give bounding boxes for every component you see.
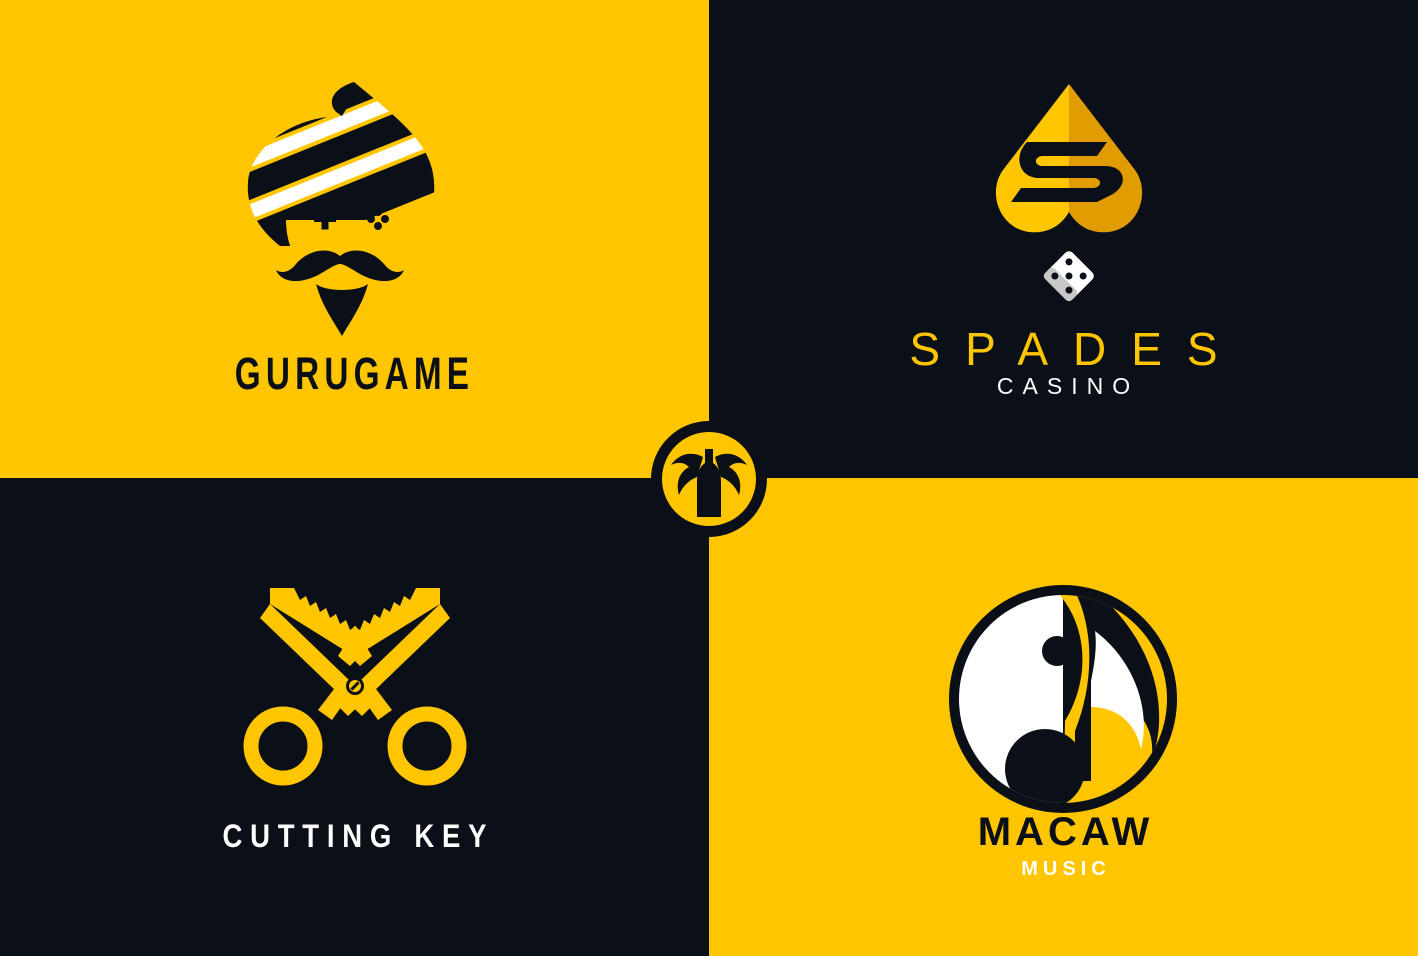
key-scissors-icon [243,588,467,786]
bottle-birds-badge-icon [651,421,767,537]
gurugame-wordmark: GURUGAME [234,348,475,399]
macaw-music-panel: MACAW MUSIC [709,478,1418,956]
spades-casino-panel: SPADES CASINO [709,0,1418,478]
turban-guru-gamepad-icon [247,82,435,336]
gurugame-panel: GURUGAME [0,0,709,478]
cutting-key-wordmark: CUTTING KEY [222,818,495,854]
logo-showcase: GURUGAME SPADES CASINO CUTTING KEY MACAW… [0,0,1418,956]
spades-subtitle: CASINO [996,373,1140,399]
spade-dice-icon [995,84,1143,302]
macaw-wordmark: MACAW [977,810,1154,854]
macaw-subtitle: MUSIC [1021,858,1111,880]
spades-wordmark: SPADES [909,323,1243,375]
macaw-music-note-icon [949,585,1177,813]
cutting-key-panel: CUTTING KEY [0,478,709,956]
